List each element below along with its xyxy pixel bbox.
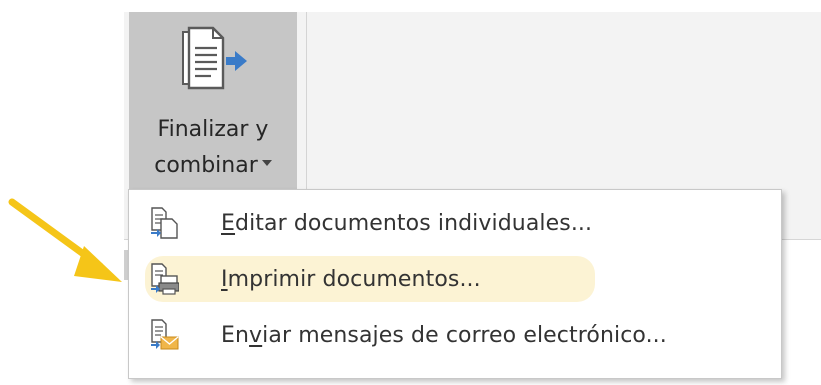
print-documents-icon [151,263,179,295]
menu-item-send-email-messages[interactable]: Enviar mensajes de correo electrónico... [145,312,765,358]
menu-item-print-documents[interactable]: Imprimir documentos... [145,256,595,302]
email-messages-icon [151,319,179,350]
merge-document-icon [182,26,247,90]
finish-merge-dropdown-menu: Editar documentos individuales... Imprim… [128,189,782,379]
menu-item-label: Imprimir documentos... [221,266,481,292]
menu-item-label: Editar documentos individuales... [221,210,593,236]
menu-item-label: Enviar mensajes de correo electrónico... [221,322,667,348]
finish-and-merge-label: Finalizar y combinar [129,112,297,184]
finish-and-merge-label-line1: Finalizar y [157,117,269,142]
edit-documents-icon [151,207,178,239]
menu-item-edit-individual-documents[interactable]: Editar documentos individuales... [145,200,705,246]
word-ribbon-screenshot: Finalizar y combinar Editar documentos i… [0,0,821,385]
ribbon-divider [306,12,307,190]
dropdown-caret-icon [261,160,272,166]
annotation-arrow-icon [8,198,122,282]
finish-and-merge-button[interactable]: Finalizar y combinar [129,12,297,190]
finish-and-merge-label-line2: combinar [154,153,258,178]
